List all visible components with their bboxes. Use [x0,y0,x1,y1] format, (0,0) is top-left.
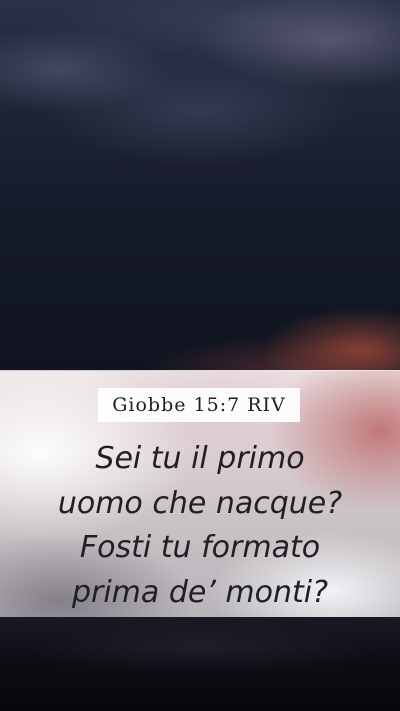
verse-line: prima de’ monti? [71,574,329,610]
verse-text: Sei tu il primo uomo che nacque? Fosti t… [20,437,380,615]
cloudy-sky-background [0,0,400,370]
verse-reference: Giobbe 15:7 RIV [112,394,286,416]
verse-reference-badge: Giobbe 15:7 RIV [98,388,300,422]
dark-ground-background [0,617,400,711]
verse-line: Fosti tu formato [79,530,321,565]
verse-line: uomo che nacque? [57,485,343,521]
verse-panel: Giobbe 15:7 RIV Sei tu il primo uomo che… [0,370,400,619]
verse-line: Sei tu il primo [95,441,305,476]
verse-wallpaper: Giobbe 15:7 RIV Sei tu il primo uomo che… [0,0,400,711]
